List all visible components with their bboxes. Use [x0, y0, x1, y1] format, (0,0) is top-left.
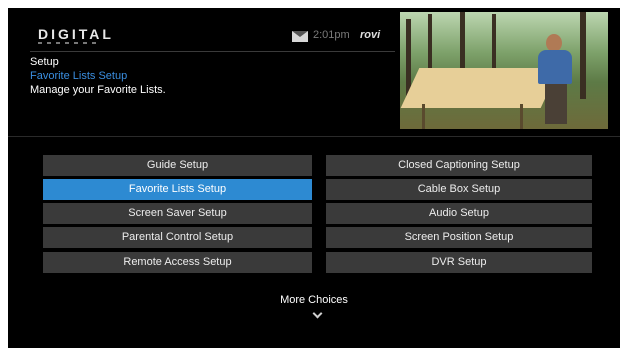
page-title: Setup — [30, 56, 59, 68]
person-body — [538, 50, 572, 84]
section-divider — [8, 136, 620, 137]
person-legs — [545, 84, 567, 124]
screen-saver-setup-button[interactable]: Screen Saver Setup — [43, 203, 312, 224]
mail-icon — [292, 31, 308, 42]
screen-position-setup-button[interactable]: Screen Position Setup — [326, 227, 592, 248]
dvr-setup-button[interactable]: DVR Setup — [326, 252, 592, 273]
header-divider — [30, 51, 395, 52]
favorite-lists-setup-button[interactable]: Favorite Lists Setup — [43, 179, 312, 200]
closed-captioning-setup-button[interactable]: Closed Captioning Setup — [326, 155, 592, 176]
audio-setup-button[interactable]: Audio Setup — [326, 203, 592, 224]
parental-control-setup-button[interactable]: Parental Control Setup — [43, 227, 312, 248]
setup-menu: Guide Setup Closed Captioning Setup Favo… — [43, 155, 593, 273]
page-description: Manage your Favorite Lists. — [30, 84, 166, 96]
guide-setup-button[interactable]: Guide Setup — [43, 155, 312, 176]
clock-time: 2:01pm — [313, 29, 350, 41]
chevron-down-icon[interactable] — [312, 308, 323, 319]
live-tv-preview — [400, 12, 608, 129]
cable-box-setup-button[interactable]: Cable Box Setup — [326, 179, 592, 200]
remote-access-setup-button[interactable]: Remote Access Setup — [43, 252, 312, 273]
breadcrumb: Favorite Lists Setup — [30, 70, 128, 82]
more-choices-button[interactable]: More Choices — [8, 294, 620, 306]
provider-logo: DIGITAL — [38, 26, 114, 42]
tv-screen: DIGITAL 2:01pm rovi Setup Favorite Lists… — [8, 8, 620, 348]
rovi-brand-logo: rovi — [360, 29, 381, 41]
workbench — [400, 68, 560, 108]
provider-logo-subline — [38, 42, 98, 44]
